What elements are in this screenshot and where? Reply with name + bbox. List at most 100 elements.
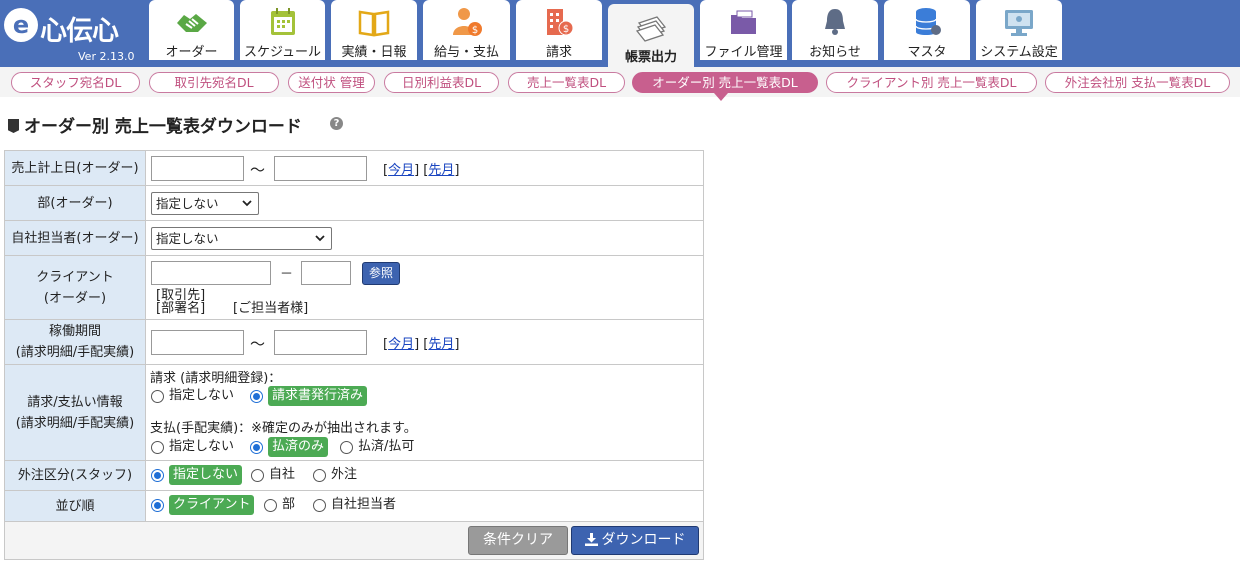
- staff-select[interactable]: 指定しない: [151, 227, 332, 250]
- page-title: オーダー別 売上一覧表ダウンロード: [8, 112, 302, 137]
- radio-button: [340, 440, 353, 454]
- radio-label: 請求書発行済み: [268, 386, 368, 406]
- label-billing-payment: 請求/支払い情報 (請求明細/手配実績): [5, 365, 146, 460]
- radio-button: [250, 440, 263, 454]
- invoice-heading: 請求 (請求明細登録)：: [150, 371, 282, 386]
- payment-radio-paid-payable[interactable]: 払済/払可: [340, 437, 414, 457]
- radio-label: 指定しない: [169, 388, 235, 403]
- building-money-icon: $: [547, 9, 574, 36]
- work-period-from-input[interactable]: [151, 330, 244, 355]
- tab-system-settings[interactable]: システム設定: [976, 0, 1062, 60]
- outsource-radio-external[interactable]: 外注: [313, 465, 357, 485]
- radio-label: 自社: [269, 467, 296, 482]
- label-work-period-line1: 稼働期間: [48, 324, 101, 339]
- logo-mark: e: [4, 8, 38, 42]
- tab-results[interactable]: 実績・日報: [331, 0, 417, 60]
- clear-conditions-button[interactable]: 条件クリア: [468, 526, 568, 555]
- sales-date-to-input[interactable]: [274, 156, 367, 181]
- payment-radio-paid-only[interactable]: 払済のみ: [250, 437, 329, 457]
- label-billing-line2: (請求明細/手配実績): [15, 415, 135, 431]
- label-sort: 並び順: [5, 491, 146, 521]
- dash-separator: －: [280, 267, 294, 282]
- radio-label: 払済/払可: [358, 439, 415, 454]
- row-billing-payment: 請求/支払い情報 (請求明細/手配実績) 請求 (請求明細登録)： 指定しない 請…: [5, 365, 703, 461]
- download-button[interactable]: ダウンロード: [571, 526, 699, 555]
- label-sales-date: 売上計上日(オーダー): [5, 151, 146, 185]
- tab-label: オーダー: [165, 45, 218, 60]
- tab-payroll[interactable]: $ 給与・支払: [423, 0, 510, 60]
- title-marker-icon: [8, 119, 19, 133]
- tab-reports[interactable]: 帳票出力: [608, 4, 694, 67]
- radio-button: [151, 389, 164, 403]
- invoice-radio-none[interactable]: 指定しない: [151, 386, 234, 406]
- sales-date-from-input[interactable]: [151, 156, 244, 181]
- radio-button: [151, 440, 164, 454]
- client-subcode-input[interactable]: [301, 261, 351, 285]
- client-reference-button[interactable]: 参照: [362, 262, 400, 285]
- radio-label: クライアント: [169, 495, 255, 515]
- client-info-person: [ご担当者様]: [233, 301, 309, 316]
- work-period-to-input[interactable]: [274, 330, 367, 355]
- staff-select-value: 指定しない: [156, 231, 219, 246]
- row-sales-date: 売上計上日(オーダー) ～ [今月] [先月]: [5, 151, 703, 186]
- page-title-text: オーダー別 売上一覧表ダウンロード: [24, 117, 302, 137]
- radio-label: 払済のみ: [268, 437, 329, 457]
- row-work-period: 稼働期間 (請求明細/手配実績) ～ [今月] [先月]: [5, 320, 703, 365]
- payment-heading: 支払(手配実績)：※確定のみが抽出されます。: [150, 421, 417, 436]
- search-form: 売上計上日(オーダー) ～ [今月] [先月] 部(オーダー) 指定しない 自社…: [4, 150, 704, 560]
- last-month-link[interactable]: 先月: [428, 163, 454, 178]
- folder-icon: [730, 10, 756, 34]
- this-month-link[interactable]: 今月: [388, 337, 414, 352]
- label-client-line1: クライアント: [36, 269, 114, 285]
- tab-schedule[interactable]: スケジュール: [240, 0, 325, 60]
- subnav-daily-profit-dl[interactable]: 日別利益表DL: [384, 72, 499, 93]
- radio-label: 外注: [331, 467, 358, 482]
- report-subnav: スタッフ宛名DL 取引先宛名DL 送付状 管理 日別利益表DL 売上一覧表DL …: [0, 67, 1240, 97]
- radio-label: 自社担当者: [331, 497, 397, 512]
- subnav-client-address-dl[interactable]: 取引先宛名DL: [149, 72, 279, 93]
- invoice-radio-issued[interactable]: 請求書発行済み: [250, 386, 368, 406]
- tab-label: お知らせ: [809, 45, 861, 60]
- tab-files[interactable]: ファイル管理: [700, 0, 787, 60]
- department-select[interactable]: 指定しない: [151, 192, 259, 215]
- tab-label: 帳票出力: [624, 50, 677, 65]
- book-icon: [358, 10, 390, 37]
- subnav-order-sales-list-dl[interactable]: オーダー別 売上一覧表DL: [632, 72, 818, 93]
- app-logo[interactable]: e 心伝心 Ver 2.13.0: [4, 6, 144, 64]
- subnav-client-sales-list-dl[interactable]: クライアント別 売上一覧表DL: [826, 72, 1037, 93]
- radio-button: [313, 468, 326, 482]
- sort-radio-staff[interactable]: 自社担当者: [313, 495, 396, 515]
- sort-radio-client[interactable]: クライアント: [151, 495, 255, 515]
- payment-radio-none[interactable]: 指定しない: [151, 437, 234, 457]
- outsource-radio-inhouse[interactable]: 自社: [251, 465, 295, 485]
- outsource-radio-none[interactable]: 指定しない: [151, 465, 243, 485]
- tab-billing[interactable]: $ 請求: [516, 0, 602, 60]
- tilde-separator: ～: [250, 161, 266, 179]
- top-header: e 心伝心 Ver 2.13.0 オーダー スケジュール 実績・日報 $ 給与・…: [0, 0, 1240, 67]
- chevron-down-icon: [242, 200, 252, 207]
- subnav-staff-address-dl[interactable]: スタッフ宛名DL: [11, 72, 140, 93]
- tab-order[interactable]: オーダー: [149, 0, 234, 60]
- department-select-value: 指定しない: [156, 196, 219, 211]
- svg-text:$: $: [471, 25, 477, 36]
- client-code-input[interactable]: [151, 261, 271, 285]
- this-month-link[interactable]: 今月: [388, 163, 414, 178]
- download-button-label: ダウンロード: [601, 532, 686, 548]
- last-month-link[interactable]: 先月: [428, 337, 454, 352]
- label-staff: 自社担当者(オーダー): [5, 221, 146, 255]
- question-icon[interactable]: ?: [330, 117, 343, 130]
- sort-radio-department[interactable]: 部: [264, 495, 295, 515]
- row-outsource: 外注区分(スタッフ) 指定しない 自社 外注: [5, 461, 703, 491]
- tab-label: スケジュール: [243, 45, 322, 60]
- active-pill-caret: [714, 93, 728, 101]
- subnav-vendor-payment-list-dl[interactable]: 外注会社別 支払一覧表DL: [1045, 72, 1230, 93]
- label-client: クライアント (オーダー): [5, 256, 146, 319]
- tilde-separator: ～: [250, 335, 266, 353]
- subnav-cover-letter[interactable]: 送付状 管理: [288, 72, 375, 93]
- label-work-period-line2: (請求明細/手配実績): [15, 345, 135, 360]
- tab-notices[interactable]: お知らせ: [792, 0, 878, 60]
- row-client: クライアント (オーダー) － 参照 [取引先] [部署名] [ご担当者様]: [5, 256, 703, 320]
- tab-master[interactable]: マスタ: [884, 0, 970, 60]
- download-icon: [584, 533, 598, 546]
- subnav-sales-list-dl[interactable]: 売上一覧表DL: [508, 72, 625, 93]
